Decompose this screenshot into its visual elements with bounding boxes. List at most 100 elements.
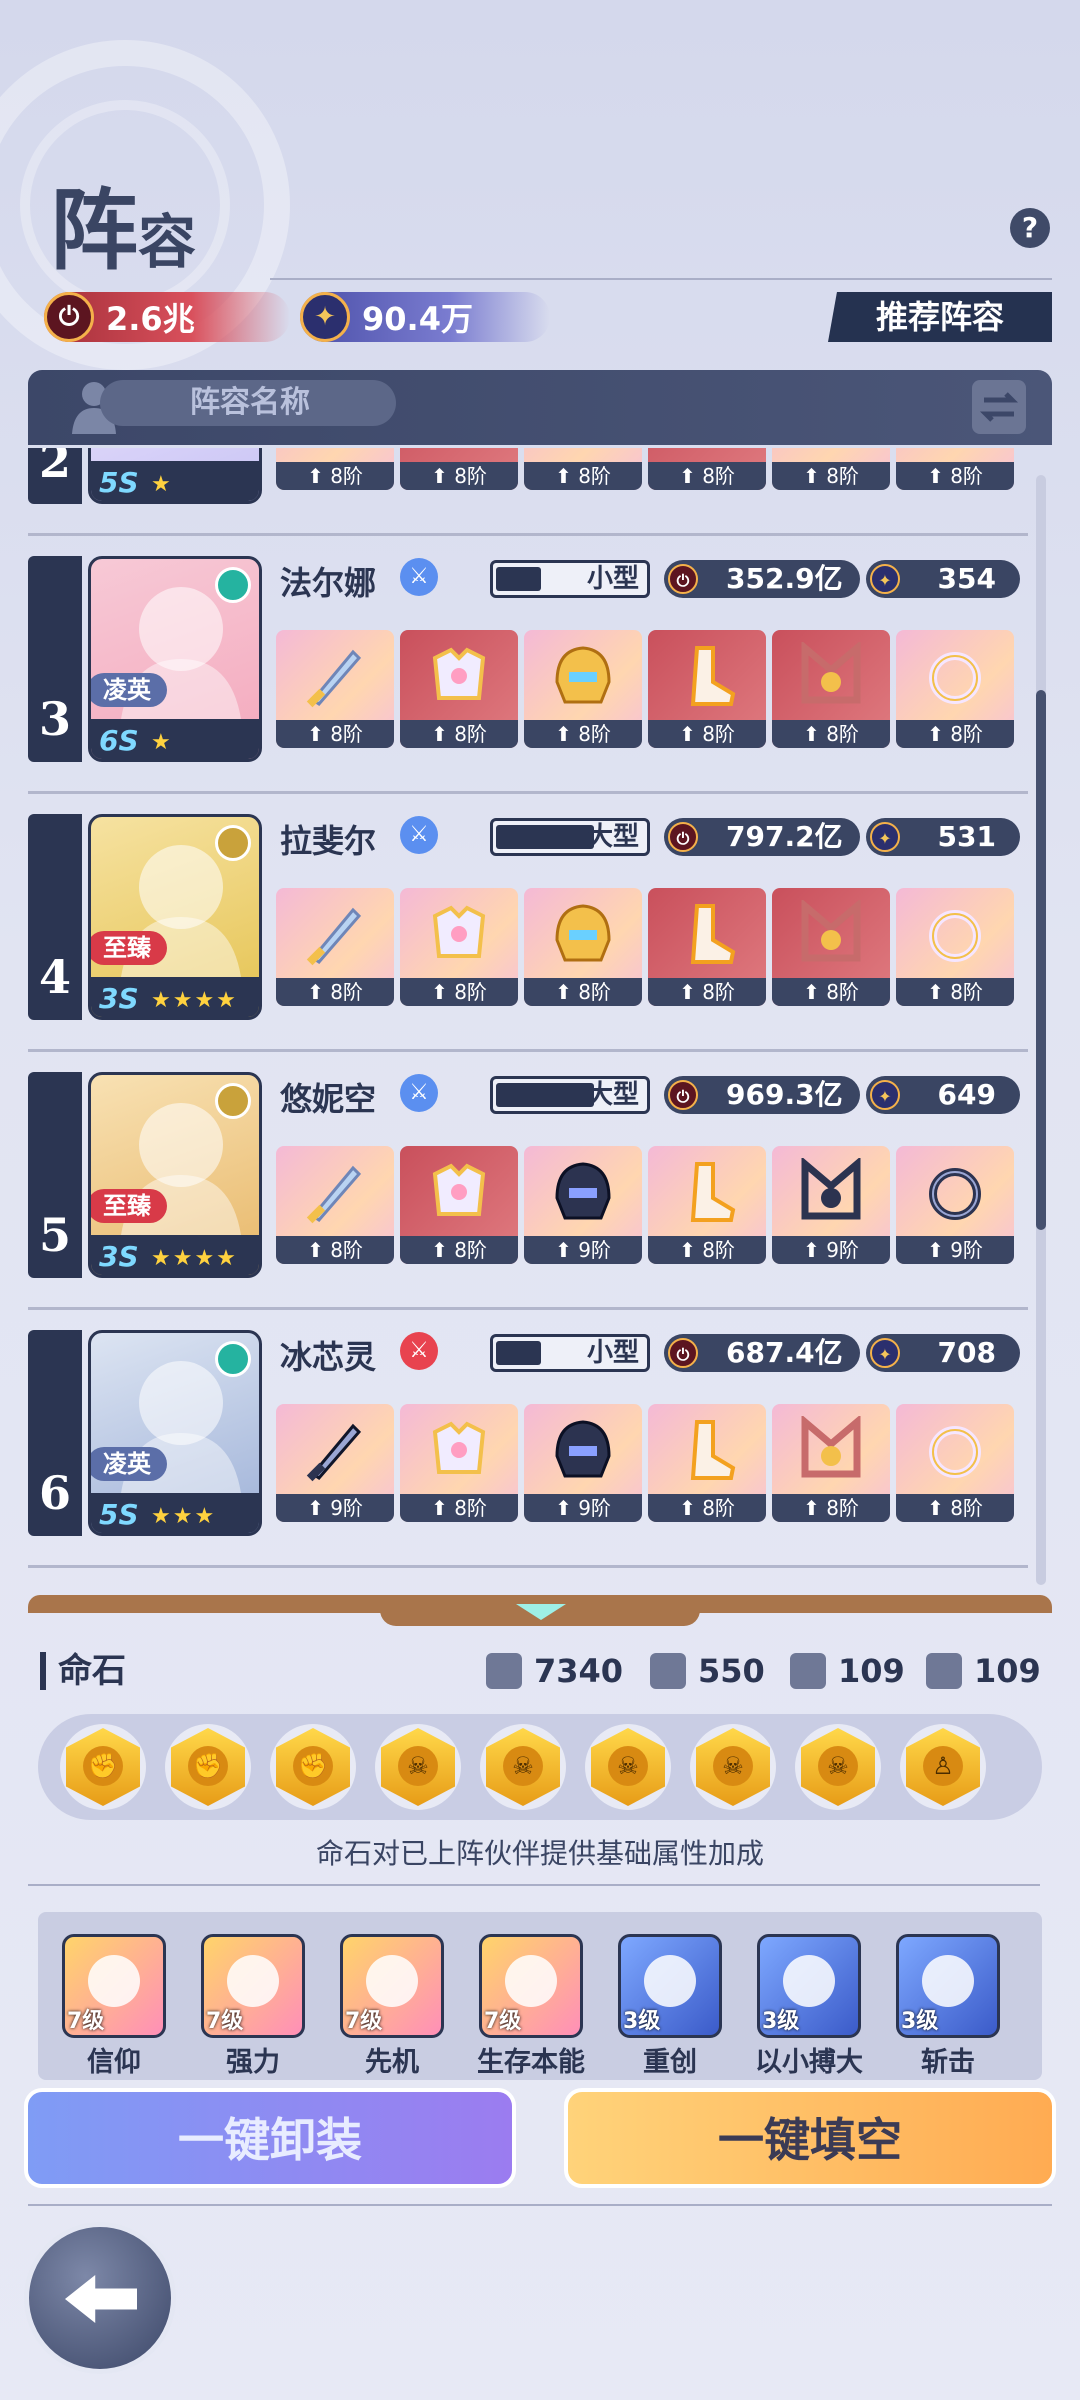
helm-icon xyxy=(547,900,619,968)
equipment-slot[interactable]: ⬆ 8阶 xyxy=(276,1146,394,1264)
skill-icon[interactable]: 7级 xyxy=(62,1934,166,2038)
skull-icon: ☠ xyxy=(398,1746,438,1786)
size-label: 小型 xyxy=(586,1338,639,1368)
hero-row[interactable]: 6 凌英 5S ★★★ 冰芯灵 ⚔ 小型 ⏻687.4亿 ✦708 ⬆ 9阶 xyxy=(0,1310,1080,1568)
hero-portrait[interactable]: 凌英 5S ★★★ xyxy=(88,1330,262,1536)
skill-name: 强力 xyxy=(226,2047,280,2078)
hero-row[interactable]: 4 至臻 3S ★★★★ 拉斐尔 ⚔ 大型 ⏻ 797.2亿 ✦ 531 ⬆ 8阶 xyxy=(0,794,1080,1052)
equipment-level: ⬆ 9阶 xyxy=(524,1236,642,1264)
equipment-slot[interactable]: ⬆ 8阶 xyxy=(648,448,766,490)
skill-icon[interactable]: 7级 xyxy=(201,1934,305,2038)
element-icon xyxy=(215,1341,251,1377)
equipment-level: ⬆ 8阶 xyxy=(400,1494,518,1522)
hero-portrait[interactable]: 凌英 6S ★ xyxy=(88,556,262,762)
skill-icon[interactable]: 7级 xyxy=(340,1934,444,2038)
fate-stone-skull[interactable]: ☠ xyxy=(480,1724,566,1810)
help-icon[interactable]: ? xyxy=(1010,208,1050,248)
darksword-icon xyxy=(299,1416,371,1484)
equipment-slot[interactable]: ⬆ 9阶 xyxy=(276,1404,394,1522)
equipment-slot[interactable]: ⬆ 8阶 xyxy=(400,448,518,490)
armor-icon xyxy=(423,1416,495,1484)
fate-stone-halo[interactable]: ♙ xyxy=(900,1724,986,1810)
fate-stone-fist[interactable]: ✊ xyxy=(270,1724,356,1810)
back-button[interactable] xyxy=(24,2222,176,2374)
equipment-level: ⬆ 8阶 xyxy=(896,462,1014,490)
boot-icon xyxy=(671,900,743,968)
boot-icon xyxy=(671,1158,743,1226)
resist-shield-icon xyxy=(926,1653,962,1689)
equipment-slot[interactable]: ⬆ 8阶 xyxy=(772,448,890,490)
armor-icon xyxy=(423,900,495,968)
switch-team-icon[interactable] xyxy=(972,380,1026,434)
equipment-slot[interactable]: ⬆ 8阶 xyxy=(896,888,1014,1006)
scrollbar-thumb[interactable] xyxy=(1036,690,1046,1230)
hero-portrait[interactable]: 至臻 3S ★★★★ xyxy=(88,1072,262,1278)
hero-row-partial[interactable]: 2 5S ★ ⬆ 8阶 ⬆ 8阶 ⬆ 8阶 ⬆ 8阶 ⬆ 8阶 ⬆ 8阶 xyxy=(0,448,1080,536)
equipment-slot[interactable]: ⬆ 8阶 xyxy=(648,630,766,748)
fate-stone-skull[interactable]: ☠ xyxy=(375,1724,461,1810)
hero-portrait[interactable]: 至臻 3S ★★★★ xyxy=(88,814,262,1020)
darkneck-icon xyxy=(795,1156,867,1226)
equipment-slot[interactable]: ⬆ 8阶 xyxy=(772,888,890,1006)
skill-icon[interactable]: 3级 xyxy=(618,1934,722,2038)
rarity-badge: 凌英 xyxy=(91,673,167,707)
recommend-lineup-button[interactable]: 推荐阵容 xyxy=(828,292,1052,342)
hero-portrait[interactable]: 5S ★ xyxy=(88,448,262,504)
equipment-slot[interactable]: ⬆ 8阶 xyxy=(400,888,518,1006)
equipment-slot[interactable]: ⬆ 8阶 xyxy=(400,1146,518,1264)
skill-icon[interactable]: 7级 xyxy=(479,1934,583,2038)
skull-icon: ☠ xyxy=(713,1746,753,1786)
gem-pill: ✦ 90.4万 xyxy=(300,292,550,342)
equipment-slot[interactable]: ⬆ 9阶 xyxy=(524,1404,642,1522)
equipment-level: ⬆ 8阶 xyxy=(276,1236,394,1264)
skill-icon[interactable]: 3级 xyxy=(757,1934,861,2038)
equipment-level: ⬆ 8阶 xyxy=(772,720,890,748)
equipment-slot[interactable]: ⬆ 8阶 xyxy=(524,630,642,748)
team-name-input[interactable]: 阵容名称 xyxy=(100,380,396,426)
fate-stone-fist[interactable]: ✊ xyxy=(60,1724,146,1810)
equipment-slot[interactable]: ⬆ 9阶 xyxy=(772,1146,890,1264)
power-icon: ⏻ xyxy=(668,564,698,594)
hero-list[interactable]: 2 5S ★ ⬆ 8阶 ⬆ 8阶 ⬆ 8阶 ⬆ 8阶 ⬆ 8阶 ⬆ 8阶 3 凌… xyxy=(0,448,1080,1583)
equipment-slot[interactable]: ⬆ 8阶 xyxy=(896,1404,1014,1522)
equipment-slot[interactable]: ⬆ 8阶 xyxy=(772,1404,890,1522)
back-arrow-icon xyxy=(65,2275,137,2323)
rank-number: 2 xyxy=(38,448,71,488)
equipment-slot[interactable]: ⬆ 8阶 xyxy=(524,448,642,490)
halo-icon: ♙ xyxy=(923,1746,963,1786)
equipment-slot[interactable]: ⬆ 8阶 xyxy=(648,1146,766,1264)
equipment-slot[interactable]: ⬆ 8阶 xyxy=(524,888,642,1006)
fate-stone-hint: 命石对已上阵伙伴提供基础属性加成 xyxy=(315,1837,764,1870)
equipment-slot[interactable]: ⬆ 8阶 xyxy=(276,888,394,1006)
fate-stone-fist[interactable]: ✊ xyxy=(165,1724,251,1810)
size-fill xyxy=(496,567,541,591)
equipment-slot[interactable]: ⬆ 8阶 xyxy=(400,630,518,748)
skill-icon[interactable]: 3级 xyxy=(896,1934,1000,2038)
skill-name: 重创 xyxy=(643,2047,697,2078)
sword-icon xyxy=(650,1653,686,1689)
equipment-slot[interactable]: ⬆ 8阶 xyxy=(648,888,766,1006)
hero-row[interactable]: 3 凌英 6S ★ 法尔娜 ⚔ 小型 ⏻ 352.9亿 ✦ 354 ⬆ 8阶 ⬆… xyxy=(0,536,1080,794)
section-divider xyxy=(28,1884,1040,1886)
equipment-slot[interactable]: ⬆ 8阶 xyxy=(648,1404,766,1522)
equipment-slot[interactable]: ⬆ 9阶 xyxy=(524,1146,642,1264)
hero-row[interactable]: 5 至臻 3S ★★★★ 悠妮空 ⚔ 大型 ⏻ 969.3亿 ✦ 649 ⬆ 8阶 xyxy=(0,1052,1080,1310)
fate-stone-skull[interactable]: ☠ xyxy=(795,1724,881,1810)
element-icon xyxy=(215,825,251,861)
equipment-slot[interactable]: ⬆ 8阶 xyxy=(400,1404,518,1522)
equipment-slot[interactable]: ⬆ 8阶 xyxy=(772,630,890,748)
equipment-slot[interactable]: ⬆ 8阶 xyxy=(896,630,1014,748)
neck-icon xyxy=(795,1414,867,1484)
boot-icon xyxy=(671,642,743,710)
fill-all-button[interactable]: 一键填空 xyxy=(564,2088,1056,2188)
equipment-level: ⬆ 8阶 xyxy=(524,978,642,1006)
equipment-slot[interactable]: ⬆ 9阶 xyxy=(896,1146,1014,1264)
fate-stone-skull[interactable]: ☠ xyxy=(585,1724,671,1810)
fate-stone-skull[interactable]: ☠ xyxy=(690,1724,776,1810)
skull-icon: ☠ xyxy=(608,1746,648,1786)
equipment-slot[interactable]: ⬆ 8阶 xyxy=(896,448,1014,490)
unequip-all-button[interactable]: 一键卸装 xyxy=(24,2088,516,2188)
equipment-slot[interactable]: ⬆ 8阶 xyxy=(276,448,394,490)
skill-level: 7级 xyxy=(345,2009,383,2034)
equipment-slot[interactable]: ⬆ 8阶 xyxy=(276,630,394,748)
